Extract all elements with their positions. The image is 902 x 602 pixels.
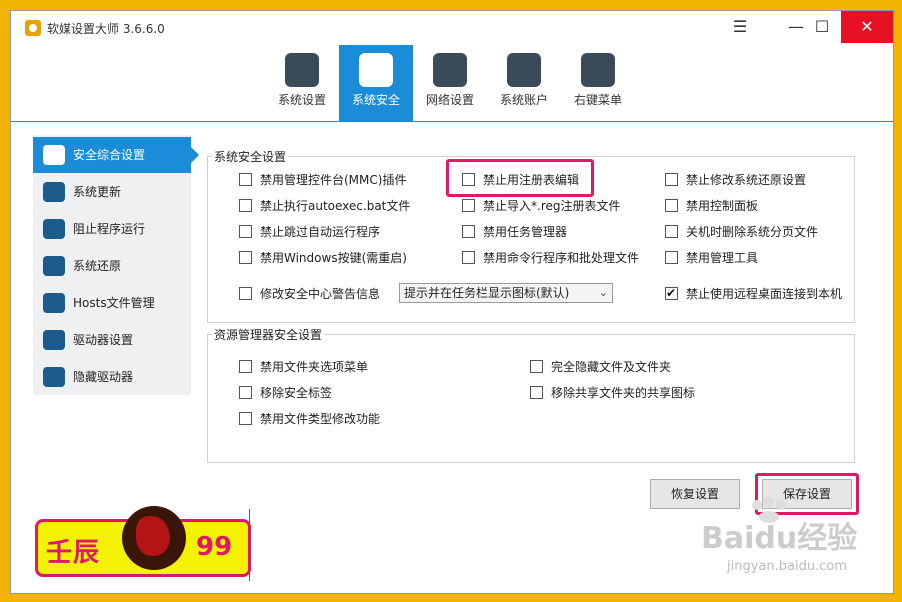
chevron-down-icon: ⌄	[598, 286, 608, 299]
refresh-icon	[43, 182, 65, 202]
checkbox-label: 禁止修改系统还原设置	[686, 173, 807, 187]
tab-label: 网络设置	[425, 93, 474, 107]
checkbox-box-checked[interactable]	[665, 285, 678, 301]
network-icon	[433, 53, 467, 87]
shield-icon	[43, 145, 65, 165]
checkbox-label: 完全隐藏文件及文件夹	[551, 360, 672, 374]
dragon-icon	[122, 506, 186, 570]
tab-system-security[interactable]: 系统安全	[339, 45, 413, 121]
tab-context-menu[interactable]: 右键菜单	[561, 45, 635, 121]
tab-label: 系统设置	[277, 93, 326, 107]
sidebar-item-hosts[interactable]: Hosts文件管理	[33, 285, 191, 321]
tab-label: 系统安全	[351, 93, 400, 107]
checkbox-box[interactable]	[665, 225, 678, 238]
select-value: 提示并在任务栏显示图标(默认)	[404, 286, 570, 300]
checkbox-label: 禁用控制面板	[686, 199, 759, 213]
checkbox-label: 禁止导入*.reg注册表文件	[483, 199, 621, 213]
restore-icon	[43, 256, 65, 276]
sidebar-item-system-update[interactable]: 系统更新	[33, 174, 191, 210]
sidebar-item-security-overview[interactable]: 安全综合设置	[33, 137, 199, 173]
sidebar-item-label: 阻止程序运行	[73, 222, 146, 236]
top-toolbar: 系统设置 系统安全 网络设置 系统账户 右键菜单	[11, 45, 893, 121]
sidebar-item-drive-settings[interactable]: 驱动器设置	[33, 322, 191, 358]
block-program-icon	[43, 219, 65, 239]
checkbox-label: 禁止执行autoexec.bat文件	[260, 199, 411, 213]
watermark-text: Baidu经验	[701, 521, 858, 556]
checkbox-box[interactable]	[239, 199, 252, 212]
checkbox-box[interactable]	[530, 360, 543, 373]
monitor-gear-icon	[285, 53, 319, 87]
group-title: 系统安全设置	[212, 148, 289, 165]
checkbox-label: 关机时删除系统分页文件	[686, 225, 819, 239]
app-window: 软媒设置大师 3.6.6.0 ☰ — ☐ ✕ 系统设置 系统安全 网络设置 系统…	[10, 10, 894, 594]
sidebar: 安全综合设置 系统更新 阻止程序运行 系统还原 Hosts文件管理 驱动器设置 …	[33, 135, 199, 395]
close-icon[interactable]: ✕	[841, 11, 893, 43]
hidden-drive-icon	[43, 367, 65, 387]
badge-right-text: 99	[196, 532, 233, 562]
security-center-warning-select[interactable]: 提示并在任务栏显示图标(默认) ⌄	[399, 283, 613, 303]
window-title: 软媒设置大师 3.6.6.0	[47, 22, 165, 36]
checkbox-label: 禁用Windows按键(需重启)	[260, 251, 407, 265]
checkbox-box[interactable]	[239, 386, 252, 399]
sidebar-item-system-restore[interactable]: 系统还原	[33, 248, 191, 284]
checkbox-box[interactable]	[462, 225, 475, 238]
sidebar-item-label: 隐藏驱动器	[73, 370, 134, 384]
checkbox-label: 禁用任务管理器	[483, 225, 568, 239]
checkbox-label: 禁用文件类型修改功能	[260, 412, 381, 426]
checkbox-label: 禁用命令行程序和批处理文件	[483, 251, 640, 265]
badge-left-text: 壬辰	[46, 538, 101, 568]
checkbox-label: 禁用管理控件台(MMC)插件	[260, 173, 407, 187]
group-title: 资源管理器安全设置	[212, 326, 325, 343]
checkbox-label: 移除安全标签	[260, 386, 333, 400]
checkbox-box[interactable]	[239, 287, 252, 300]
users-icon	[507, 53, 541, 87]
tab-network-settings[interactable]: 网络设置	[413, 45, 487, 121]
sidebar-item-label: 驱动器设置	[73, 333, 134, 347]
checkbox-box[interactable]	[665, 173, 678, 186]
restore-button[interactable]: 恢复设置	[650, 479, 740, 509]
checkbox-box[interactable]	[530, 386, 543, 399]
sidebar-item-label: Hosts文件管理	[73, 296, 155, 310]
checkbox-box[interactable]	[239, 251, 252, 264]
checkbox-box[interactable]	[239, 173, 252, 186]
tab-system-settings[interactable]: 系统设置	[265, 45, 339, 121]
checkbox-label: 禁止跳过自动运行程序	[260, 225, 381, 239]
checkbox-label: 禁止使用远程桌面连接到本机	[686, 287, 843, 301]
toolbar-divider	[11, 121, 893, 122]
sidebar-item-block-program[interactable]: 阻止程序运行	[33, 211, 191, 247]
divider-line	[249, 509, 250, 581]
checkbox-box[interactable]	[665, 251, 678, 264]
checkbox-label: 禁用管理工具	[686, 251, 759, 265]
shield-gear-icon	[359, 53, 393, 87]
checkbox-box[interactable]	[462, 251, 475, 264]
checkbox-label: 禁止用注册表编辑	[483, 173, 580, 187]
title-bar: 软媒设置大师 3.6.6.0 ☰ — ☐ ✕	[11, 11, 893, 45]
checkbox-label: 禁用文件夹选项菜单	[260, 360, 369, 374]
tab-label: 系统账户	[499, 93, 548, 107]
checkbox-label: 移除共享文件夹的共享图标	[551, 386, 696, 400]
checkbox-box[interactable]	[239, 225, 252, 238]
app-logo-icon	[25, 20, 41, 36]
context-menu-icon	[581, 53, 615, 87]
checkbox-box[interactable]	[462, 199, 475, 212]
sidebar-item-label: 安全综合设置	[73, 148, 146, 162]
checkbox-box[interactable]	[665, 199, 678, 212]
watermark-url: jingyan.baidu.com	[727, 559, 847, 574]
tab-label: 右键菜单	[573, 93, 622, 107]
sidebar-item-label: 系统更新	[73, 185, 122, 199]
maximize-icon[interactable]: ☐	[799, 11, 845, 43]
checkbox-label: 修改安全中心警告信息	[260, 287, 381, 301]
menu-icon[interactable]: ☰	[717, 11, 763, 43]
hosts-icon	[43, 293, 65, 313]
sidebar-item-label: 系统还原	[73, 259, 122, 273]
tab-system-accounts[interactable]: 系统账户	[487, 45, 561, 121]
sidebar-item-hidden-drive[interactable]: 隐藏驱动器	[33, 359, 191, 395]
checkbox-box[interactable]	[239, 360, 252, 373]
checkbox-box[interactable]	[462, 173, 475, 186]
author-badge: 壬辰 99	[35, 506, 251, 577]
checkbox-box[interactable]	[239, 412, 252, 425]
drive-icon	[43, 330, 65, 350]
